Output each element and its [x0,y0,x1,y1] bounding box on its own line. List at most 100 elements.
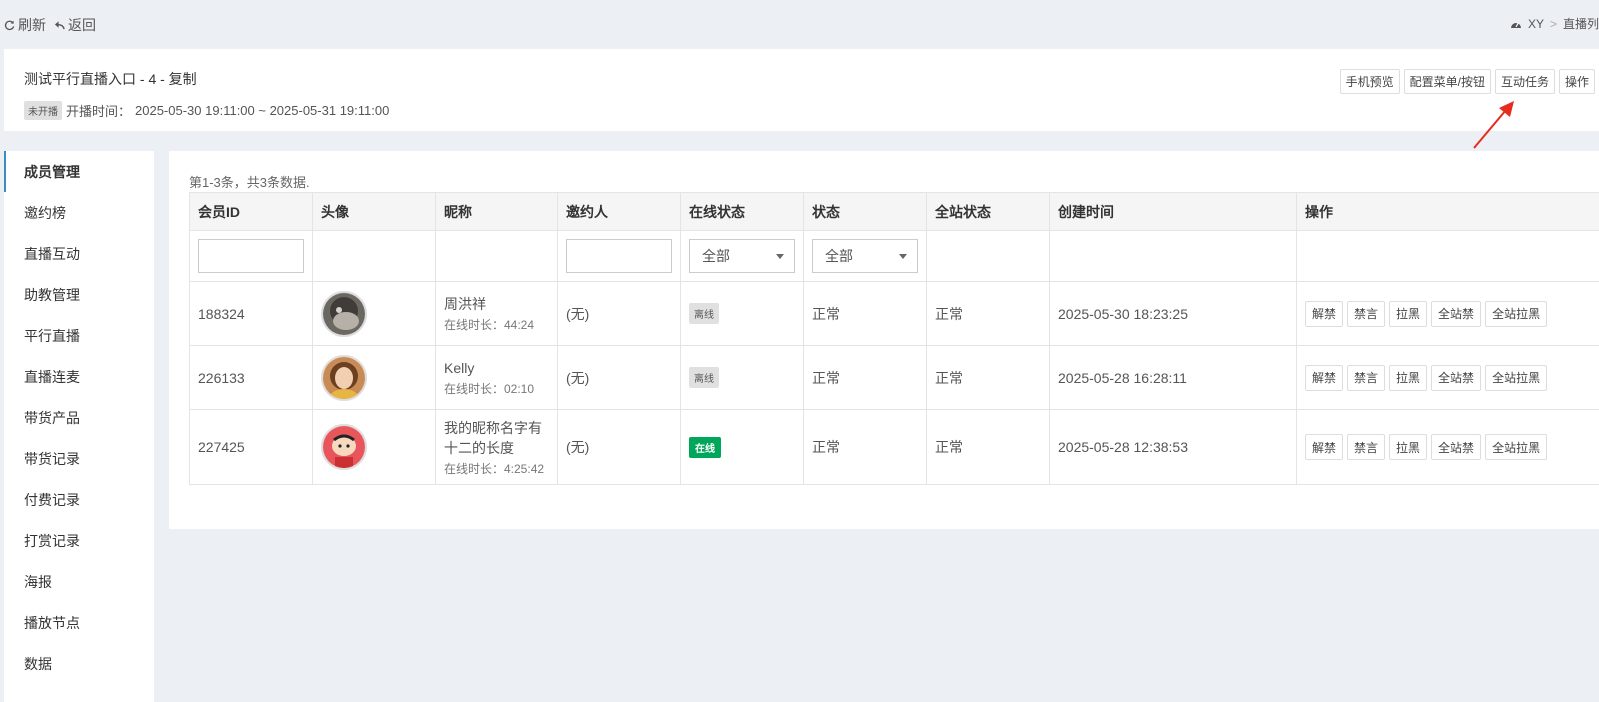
sidebar-item-sales-records[interactable]: 带货记录 [4,438,154,479]
sidebar: 成员管理 邀约榜 直播互动 助教管理 平行直播 直播连麦 带货产品 带货记录 付… [4,151,154,702]
member-id-cell: 226133 [189,345,313,410]
nickname-cell: 周洪祥 在线时长：44:24 [435,281,558,346]
interaction-task-button[interactable]: 互动任务 [1494,69,1555,94]
table-header-row: 会员ID 头像 昵称 邀约人 在线状态 状态 全站状态 创建时间 操作 [189,192,1599,231]
mute-button[interactable]: 禁言 [1347,434,1386,460]
sidebar-item-data[interactable]: 数据 [4,643,154,684]
online-duration: 在线时长：44:24 [444,318,535,332]
sidebar-item-invite-ranking[interactable]: 邀约榜 [4,192,154,233]
inviter-filter-input[interactable] [566,239,672,273]
table-row: 226133 Kelly 在线时长：02:10 (无) 离线 正常 正常 202… [189,345,1599,410]
annotation-arrow [1473,101,1514,149]
live-header-card: 测试平行直播入口 - 4 - 复制 未开播 开播时间： 2025-05-30 1… [4,49,1599,131]
nickname: 周洪祥 [444,296,486,312]
actions-cell: 解禁 禁言 拉黑 全站禁 全站拉黑 [1296,281,1599,346]
site-ban-button[interactable]: 全站禁 [1431,364,1482,391]
sidebar-item-products[interactable]: 带货产品 [4,397,154,438]
column-header-created-at[interactable]: 创建时间 [1049,192,1297,231]
online-status-cell: 在线 [680,409,804,485]
filter-cell-empty [1296,230,1599,282]
header-actions: 手机预览 配置菜单/按钮 互动任务 操作 [1339,69,1595,94]
sidebar-item-live-mic[interactable]: 直播连麦 [4,356,154,397]
site-blacklist-button[interactable]: 全站拉黑 [1485,434,1548,460]
mobile-preview-button[interactable]: 手机预览 [1339,69,1400,94]
filter-row: 全部 全部 [189,230,1599,282]
online-status-filter-select[interactable]: 全部 [689,239,795,273]
avatar[interactable] [321,354,367,401]
refresh-icon [4,20,15,30]
sidebar-item-parallel-live[interactable]: 平行直播 [4,315,154,356]
mute-button[interactable]: 禁言 [1347,300,1386,327]
sidebar-item-playback-nodes[interactable]: 播放节点 [4,602,154,643]
inviter-cell: (无) [557,345,681,410]
filter-cell-empty [1049,230,1297,282]
refresh-button[interactable]: 刷新 [4,15,46,35]
operate-button[interactable]: 操作 [1558,69,1595,94]
column-header-nickname: 昵称 [435,192,558,231]
breadcrumb: XY > 直播列 [1510,15,1599,32]
avatar[interactable] [321,424,367,470]
status-badge: 离线 [689,367,719,388]
live-meta: 未开播 开播时间： 2025-05-30 19:11:00 ~ 2025-05-… [24,101,389,120]
column-header-member-id[interactable]: 会员ID [189,192,313,231]
actions-cell: 解禁 禁言 拉黑 全站禁 全站拉黑 [1296,409,1599,485]
nickname-cell: Kelly 在线时长：02:10 [435,345,558,410]
column-header-avatar: 头像 [312,192,436,231]
live-time-range: 2025-05-30 19:11:00 ~ 2025-05-31 19:11:0… [135,103,390,118]
refresh-label: 刷新 [18,17,46,33]
unban-button[interactable]: 解禁 [1305,364,1344,391]
caret-down-icon [899,253,907,259]
nickname: 我的昵称名字有十二的长度 [444,419,542,456]
unban-button[interactable]: 解禁 [1305,434,1344,460]
filter-cell-empty [435,230,558,282]
avatar-cell [312,409,436,485]
online-duration: 在线时长：02:10 [444,382,535,396]
site-blacklist-button[interactable]: 全站拉黑 [1485,300,1548,327]
created-at-cell: 2025-05-30 18:23:25 [1049,281,1297,346]
status-cell: 正常 [803,409,927,485]
sidebar-item-payment-records[interactable]: 付费记录 [4,479,154,520]
sidebar-item-member-management[interactable]: 成员管理 [4,151,154,192]
actions-cell: 解禁 禁言 拉黑 全站禁 全站拉黑 [1296,345,1599,410]
site-status-cell: 正常 [926,409,1050,485]
site-blacklist-button[interactable]: 全站拉黑 [1485,364,1548,391]
breadcrumb-separator: > [1549,16,1557,31]
table-row: 227425 我的昵称名字有十二的长度 在线时长：4:25:42 (无) 在线 … [189,409,1599,485]
column-header-inviter: 邀约人 [557,192,681,231]
blacklist-button[interactable]: 拉黑 [1389,300,1428,327]
column-header-site-status: 全站状态 [926,192,1050,231]
breadcrumb-current[interactable]: 直播列 [1563,15,1599,32]
created-at-cell: 2025-05-28 16:28:11 [1049,345,1297,410]
member-list-card: 第1-3条，共3条数据. 会员ID 头像 昵称 邀约人 在线状态 状态 全站状态… [169,151,1599,529]
status-filter-select[interactable]: 全部 [812,239,918,273]
blacklist-button[interactable]: 拉黑 [1389,434,1428,460]
live-title: 测试平行直播入口 - 4 - 复制 [24,71,197,87]
sidebar-item-assistant-management[interactable]: 助教管理 [4,274,154,315]
member-id-cell: 188324 [189,281,313,346]
sidebar-item-live-interaction[interactable]: 直播互动 [4,233,154,274]
person-avatar-image [323,356,365,399]
reply-icon [54,21,65,30]
online-status-filter-value: 全部 [702,248,730,264]
avatar[interactable] [321,290,367,337]
cartoon-avatar-image [323,426,365,468]
site-ban-button[interactable]: 全站禁 [1431,300,1482,327]
member-table: 会员ID 头像 昵称 邀约人 在线状态 状态 全站状态 创建时间 操作 全部 全… [189,192,1599,485]
cat-avatar-image [323,292,365,335]
mute-button[interactable]: 禁言 [1347,364,1386,391]
filter-cell-empty [926,230,1050,282]
breadcrumb-home[interactable]: XY [1528,17,1544,31]
back-button[interactable]: 返回 [54,15,96,35]
live-status-badge: 未开播 [24,101,62,120]
sidebar-item-reward-records[interactable]: 打赏记录 [4,520,154,561]
unban-button[interactable]: 解禁 [1305,300,1344,327]
blacklist-button[interactable]: 拉黑 [1389,364,1428,391]
filter-cell-empty [312,230,436,282]
live-time-label: 开播时间： [66,104,132,119]
online-status-cell: 离线 [680,281,804,346]
site-ban-button[interactable]: 全站禁 [1431,434,1482,460]
config-menu-button[interactable]: 配置菜单/按钮 [1403,69,1491,94]
sidebar-item-poster[interactable]: 海报 [4,561,154,602]
nickname: Kelly [444,360,475,376]
member-id-filter-input[interactable] [198,239,304,273]
